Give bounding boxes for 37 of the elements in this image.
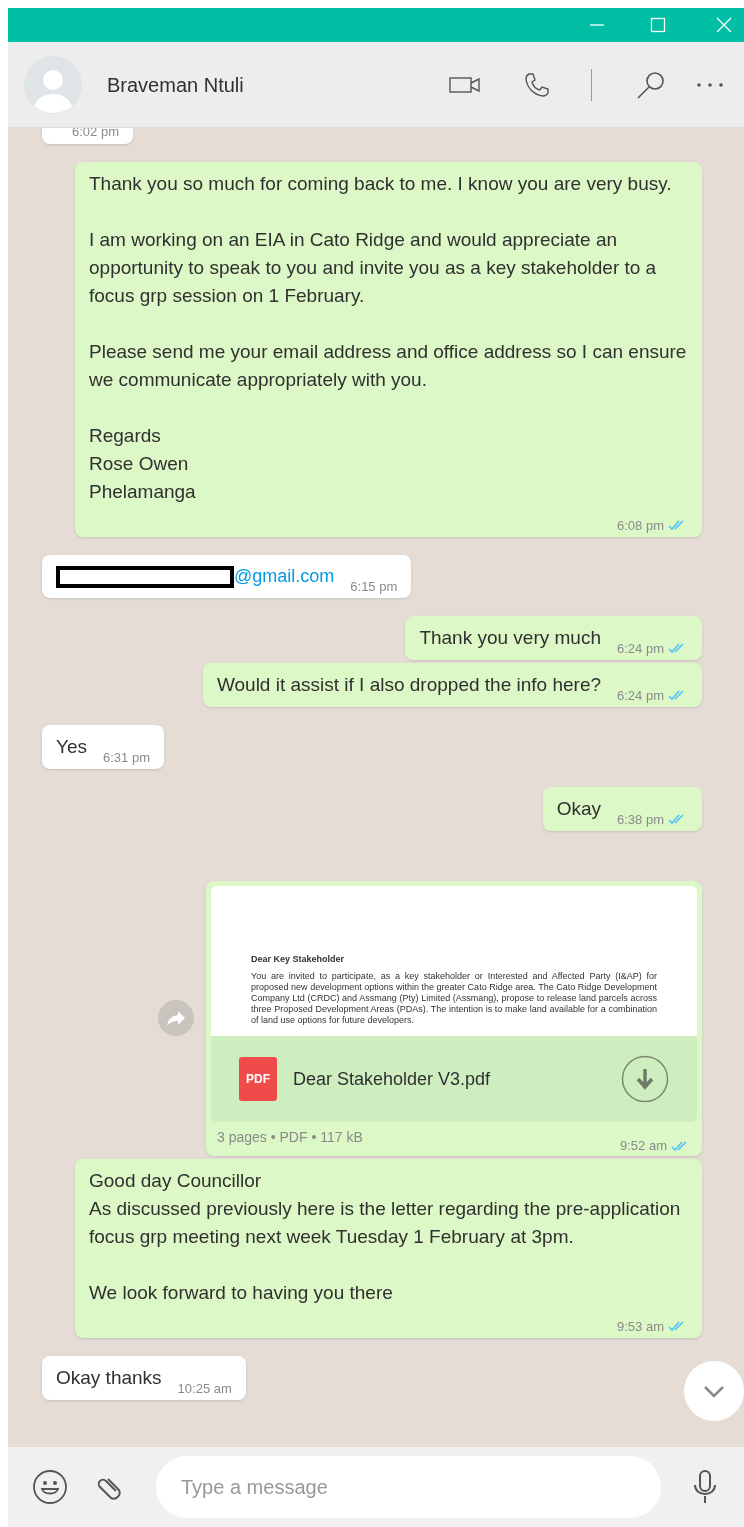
message-text: I am working on an EIA in Cato Ridge and would appreciate an opportunity to speak to you and invite you as a key stakeholder to a focus grp session on 1 February. [89,227,658,308]
message-text: Good day Councillor As discussed previously here is the letter regarding the pre-application focus grp meeting next week Tuesday 1 February at 3pm. [89,1168,682,1249]
preview-title: Dear Key Stakeholder [251,952,346,966]
message-time: 6:24 pm [617,639,664,658]
download-icon[interactable] [621,1055,669,1103]
message-text: Yes [56,735,87,759]
message-time: 6:08 pm [617,516,664,535]
pdf-file-icon: PDF [239,1057,277,1101]
message-text: Would it assist if I also dropped the info here? [216,673,601,697]
message-text: Okay [556,797,601,821]
message-time: 10:25 am [177,1379,232,1398]
message-time: 9:53 am [617,1317,664,1336]
message-time: 6:15 pm [350,577,398,596]
document-message[interactable] [206,881,702,1156]
maximize-icon[interactable] [650,17,666,33]
file-details: 3 pages • PDF • 117 kB [217,1128,363,1148]
message-text: Please send me your email address and office address so I can ensure we communicate appropriately with you. [89,339,688,392]
search-icon[interactable] [636,69,666,100]
emoji-icon[interactable] [32,1469,68,1505]
message-time: 6:38 pm [617,810,664,829]
message-time: 9:52 am [620,1137,667,1155]
phone-icon[interactable] [523,70,551,99]
more-icon[interactable] [696,81,724,88]
message-text: Thank you so much for coming back to me. I know you are very busy. [89,171,673,196]
message-text: Okay thanks [56,1366,162,1390]
preview-text: You are invited to participate, as a key stakeholder or Interested and Affected Party (I&AP) for proposed new development options within the greater Cato Ridge area. The Cato Ridge Development Company Ltd (CRDC) and Assmang (Pty) Limited (Assmang), propose to release land parcels across three Proposed Development Areas (PDAs). The intention is to make land available for a combination of land use options for future developers. [251,971,657,1026]
file-name: Dear Stakeholder V3.pdf [293,1067,492,1091]
video-call-icon[interactable] [449,75,481,94]
message-text: We look forward to having you there [89,1280,394,1305]
message-time: 6:24 pm [617,686,664,705]
message-text: Thank you very much [419,626,601,650]
message-text: Regards Rose Owen Phelamanga [89,423,197,504]
microphone-icon[interactable] [693,1469,717,1505]
message-time: 6:31 pm [103,748,150,767]
message-input[interactable]: Type a message [156,1456,661,1518]
close-icon[interactable] [716,17,732,33]
contact-name[interactable]: Braveman Ntuli [107,69,449,100]
